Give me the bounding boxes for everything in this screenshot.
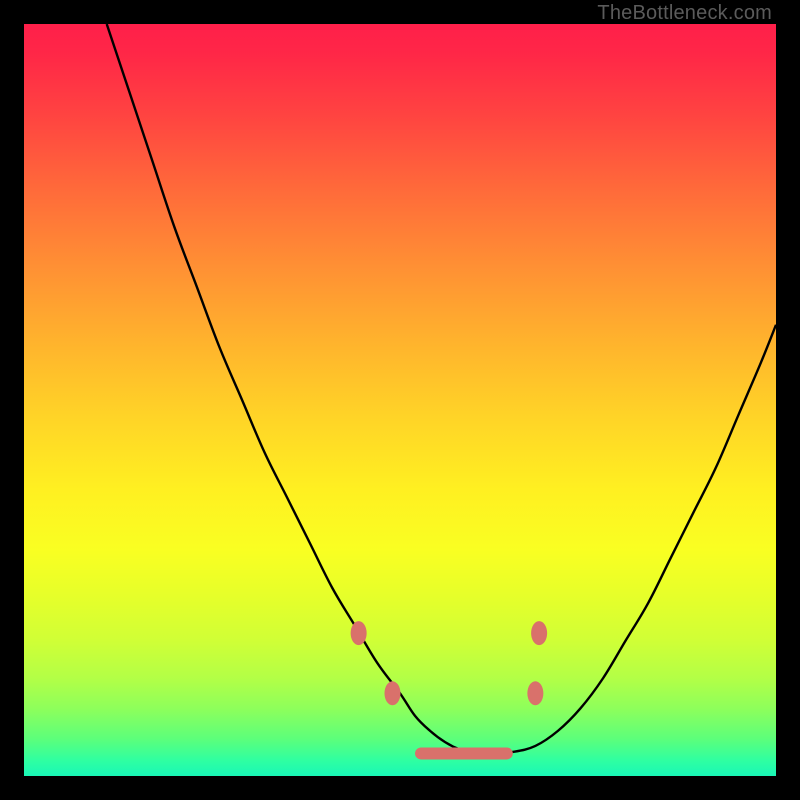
right-lower-marker xyxy=(527,681,543,705)
left-lower-marker xyxy=(384,681,400,705)
left-upper-marker xyxy=(351,621,367,645)
attribution-text: TheBottleneck.com xyxy=(597,2,772,25)
chart-frame: TheBottleneck.com xyxy=(0,0,800,800)
flat-zone-marker xyxy=(415,747,513,759)
right-upper-marker xyxy=(531,621,547,645)
plot-area xyxy=(24,24,776,776)
bottleneck-curve xyxy=(107,24,776,754)
curve-layer xyxy=(24,24,776,776)
